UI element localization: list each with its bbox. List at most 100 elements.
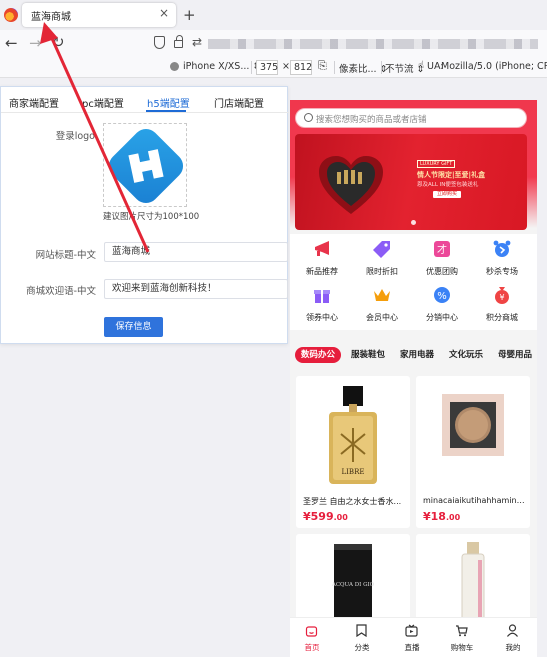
settings-panel: 商家端配置 pc端配置 h5端配置 门店端配置 登录logo 建议图片尺寸为10… <box>0 86 289 344</box>
money-bag-icon: ¥ <box>495 287 509 304</box>
pixel-ratio-label: 像素比... <box>339 64 377 75</box>
shield-icon[interactable] <box>154 36 165 49</box>
tag-icon <box>373 241 390 258</box>
banner-buy-button[interactable]: 立即购买 <box>433 191 461 198</box>
site-title-label: 网站标题-中文 <box>35 250 96 261</box>
save-button[interactable]: 保存信息 <box>104 317 163 337</box>
gift-icon <box>314 290 330 303</box>
product-price: ¥18.00 <box>423 510 460 523</box>
price-main: ¥599 <box>303 510 334 523</box>
menu-item-discount[interactable]: 限时折扣 <box>358 238 406 284</box>
url-field[interactable] <box>208 39 538 49</box>
site-title-input[interactable]: 蓝海商城 <box>104 242 288 262</box>
throttle-label: 不节流 <box>385 64 414 75</box>
lock-icon[interactable] <box>174 35 183 48</box>
cart-icon <box>456 625 468 637</box>
svg-text:才: 才 <box>437 243 447 256</box>
menu-item-group-buy[interactable]: 才 优惠团购 <box>418 238 466 284</box>
category-apparel[interactable]: 服装鞋包 <box>351 347 385 363</box>
tab-merchant-config[interactable]: 商家端配置 <box>9 95 59 110</box>
back-arrow-icon[interactable]: ← <box>5 34 18 52</box>
category-baby[interactable]: 母婴用品 <box>498 347 532 363</box>
responsive-toolbar: iPhone X/XS... ⇕ 375 × 812 ⎘ 像素比... ⇕ 不节… <box>0 58 547 78</box>
scrollbar-track[interactable] <box>537 78 547 657</box>
permissions-icon[interactable]: ⇄ <box>192 35 202 49</box>
search-icon <box>304 113 313 122</box>
category-appliances[interactable]: 家用电器 <box>400 347 434 363</box>
alarm-clock-icon <box>493 240 511 257</box>
tab-pc-config[interactable]: pc端配置 <box>82 95 124 110</box>
dimension-x: × <box>282 61 290 72</box>
new-tab-icon[interactable]: + <box>183 6 196 24</box>
divider <box>381 61 382 74</box>
user-icon <box>507 624 518 637</box>
product-card[interactable]: minacaiaikutihahhamina... ¥18.00 <box>416 376 530 528</box>
menu-item-distribution[interactable]: % 分销中心 <box>418 284 466 330</box>
reload-icon[interactable]: ↻ <box>52 33 65 51</box>
cologne-bottle-image: ACQUA DI GIO <box>331 544 375 620</box>
welcome-input[interactable]: 欢迎来到蓝海创新科技！ <box>104 279 288 299</box>
height-input[interactable]: 812 <box>290 60 312 75</box>
rotate-icon[interactable]: ⎘ <box>318 59 327 73</box>
menu-label: 分销中心 <box>426 313 458 322</box>
menu-label: 积分商城 <box>486 313 518 322</box>
heart-gift-box-icon <box>319 156 383 214</box>
ua-input[interactable]: Mozilla/5.0 (iPhone; CPU iP <box>441 61 547 72</box>
firefox-logo-icon[interactable] <box>4 8 18 22</box>
tab-label: 分类 <box>354 643 370 652</box>
tab-close-icon[interactable]: × <box>159 6 169 20</box>
device-selector[interactable]: iPhone X/XS... ⇕ <box>170 61 260 72</box>
product-brand: ACQUA DI GIO <box>331 582 375 588</box>
tab-title: 蓝海商城 <box>31 12 71 23</box>
tab-label: 购物车 <box>450 643 474 652</box>
browser-tab-bar: 蓝海商城 × + <box>0 0 547 30</box>
category-culture[interactable]: 文化玩乐 <box>449 347 483 363</box>
search-placeholder: 搜索您想购买的商品或者店铺 <box>316 115 427 125</box>
product-card[interactable]: LIBRE 圣罗兰 自由之水女士香水... ¥599.00 <box>296 376 410 528</box>
product-card[interactable]: ACQUA DI GIO <box>296 534 410 624</box>
carousel-dot[interactable] <box>411 220 416 225</box>
logo-size-hint: 建议图片尺寸为100*100 <box>103 212 200 222</box>
menu-item-flash-sale[interactable]: 秒杀专场 <box>478 238 526 284</box>
logo-upload[interactable] <box>103 123 187 207</box>
width-input[interactable]: 375 <box>256 60 278 75</box>
browser-tab[interactable]: 蓝海商城 × <box>22 3 176 27</box>
perfume-bottle-image: LIBRE <box>329 386 377 484</box>
forward-arrow-icon[interactable]: → <box>29 34 42 52</box>
bookmark-icon <box>356 624 367 637</box>
tab-h5-config[interactable]: h5端配置 <box>147 95 190 110</box>
tab-store-config[interactable]: 门店端配置 <box>214 95 264 110</box>
touch-icon[interactable]: ☝ <box>418 60 424 71</box>
banner-subtitle: 恩及ALL IN便签包装送礼 <box>417 182 479 188</box>
category-tabs: 数码办公 服装鞋包 家用电器 文化玩乐 母婴用品 <box>290 344 537 366</box>
coupon-icon: 才 <box>434 241 450 257</box>
product-name: 圣罗兰 自由之水女士香水... <box>303 497 402 506</box>
svg-text:%: % <box>437 291 447 302</box>
menu-label: 优惠团购 <box>426 267 458 276</box>
app-logo-icon <box>108 128 184 204</box>
product-price: ¥599.00 <box>303 510 348 523</box>
search-bar[interactable]: 搜索您想购买的商品或者店铺 <box>295 108 527 128</box>
menu-item-new[interactable]: 新品推荐 <box>298 238 346 284</box>
banner-tag: LUXURY GIFT <box>417 160 456 168</box>
device-icon <box>170 62 179 71</box>
tabs-divider <box>1 112 289 113</box>
category-digital-office[interactable]: 数码办公 <box>295 347 342 363</box>
menu-label: 领券中心 <box>306 313 338 322</box>
menu-item-membership[interactable]: 会员中心 <box>358 284 406 330</box>
menu-item-coupons[interactable]: 领券中心 <box>298 284 346 330</box>
price-main: ¥18 <box>423 510 446 523</box>
tab-label: 直播 <box>404 643 420 652</box>
mobile-preview: 搜索您想购买的商品或者店铺 LUXURY GIFT 情人节限定|至爱|礼盒 恩及… <box>290 100 537 657</box>
product-card[interactable] <box>416 534 530 624</box>
menu-item-points-mall[interactable]: ¥ 积分商城 <box>478 284 526 330</box>
divider <box>251 61 252 74</box>
product-name: minacaiaikutihahhamina... <box>423 496 525 505</box>
price-decimal: .00 <box>445 513 461 522</box>
tab-label: 首页 <box>304 643 320 652</box>
compact-powder-image <box>442 394 504 456</box>
browser-nav-bar: ← → ↻ ⇄ <box>0 30 547 58</box>
svg-text:LIBRE: LIBRE <box>342 468 365 476</box>
menu-label: 会员中心 <box>366 313 398 322</box>
promo-banner[interactable]: LUXURY GIFT 情人节限定|至爱|礼盒 恩及ALL IN便签包装送礼 立… <box>295 134 527 230</box>
